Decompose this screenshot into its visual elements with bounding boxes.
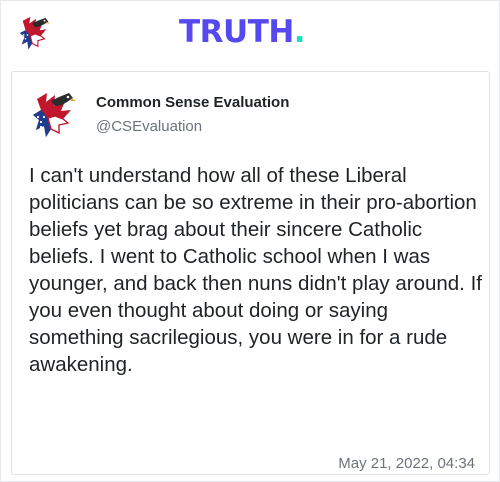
post-body: I can't understand how all of these Libe… [29,164,482,376]
brand-dot: . [293,14,306,50]
truth-social-logo: TRUTH. [179,14,306,50]
eagle-flag-icon [19,16,51,50]
post-card: Common Sense Evaluation @CSEvaluation I … [11,71,490,475]
display-name[interactable]: Common Sense Evaluation [96,94,289,111]
brand-text: TRUTH [179,14,294,50]
truth-post-screenshot: TRUTH. Common Sense Evaluation @CSEvalua… [0,0,500,482]
post-timestamp[interactable]: May 21, 2022, 04:34 [338,455,475,472]
eagle-flag-icon[interactable] [29,89,83,141]
header: TRUTH. [1,1,499,69]
user-handle[interactable]: @CSEvaluation [96,118,202,135]
